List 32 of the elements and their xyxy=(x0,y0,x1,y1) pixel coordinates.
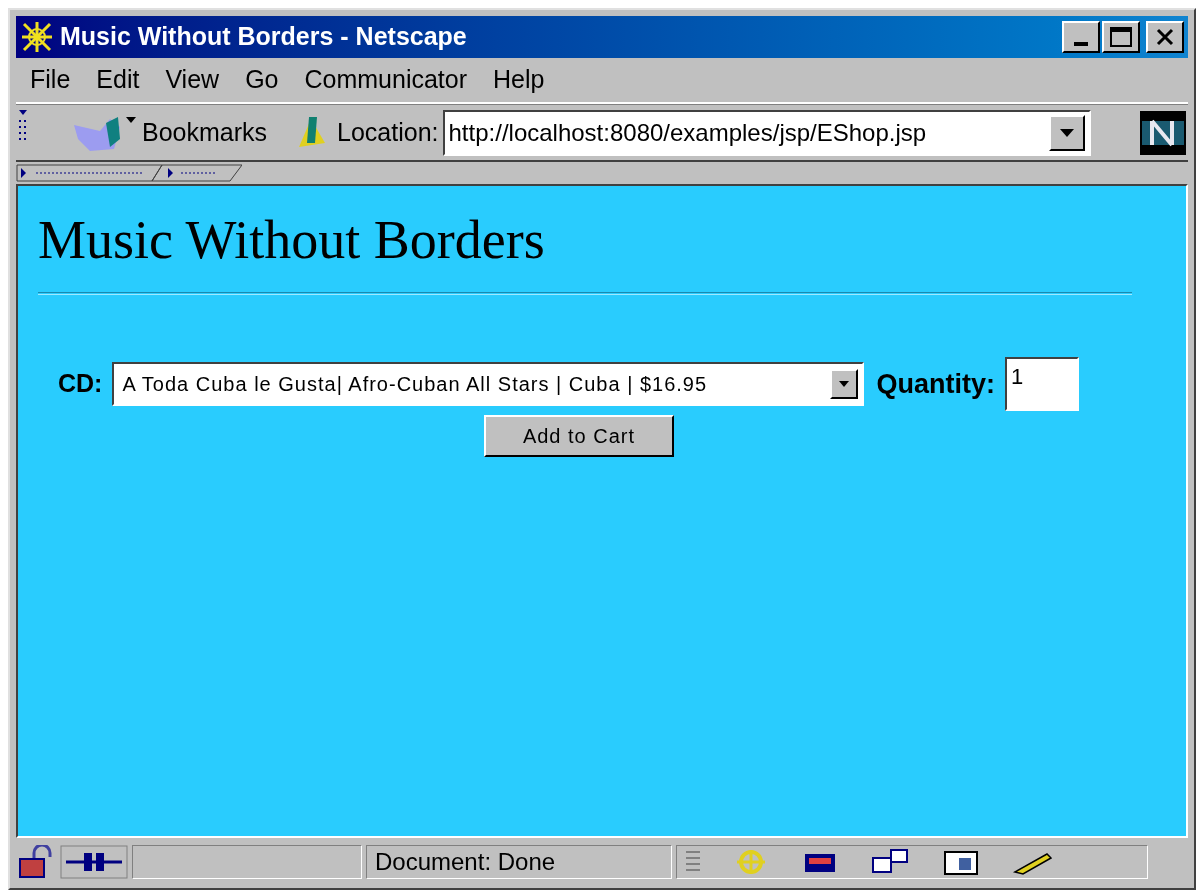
menu-item[interactable]: File xyxy=(30,61,71,99)
chat-icon[interactable] xyxy=(871,848,911,876)
menu-item[interactable]: Communicator xyxy=(304,61,468,99)
address-card-icon[interactable] xyxy=(941,848,981,876)
location-field[interactable]: http://localhost:8080/examples/jsp/EShop.jsp xyxy=(442,109,1091,156)
window-title: Music Without Borders - Netscape xyxy=(60,21,467,53)
plug-icon[interactable] xyxy=(60,845,128,879)
dropdown-button[interactable] xyxy=(1048,114,1085,151)
cd-label: CD: xyxy=(58,368,103,400)
menu-item[interactable]: Edit xyxy=(96,61,140,99)
menu-item[interactable]: Help xyxy=(493,61,545,99)
caret-icon xyxy=(1059,128,1074,137)
page-heading: Music Without Borders xyxy=(38,209,546,272)
netscape-logo-icon[interactable] xyxy=(1140,110,1186,155)
menu-item[interactable]: View xyxy=(165,61,220,99)
cd-select[interactable]: A Toda Cuba le Gusta| Afro-Cuban All Stars | Cuba | $16.95 xyxy=(112,362,865,406)
maximize-icon xyxy=(1110,27,1132,47)
menu-item[interactable]: Go xyxy=(245,61,279,99)
status-text: Document: Done xyxy=(375,847,556,877)
maximize-button[interactable] xyxy=(1102,21,1140,53)
minimize-icon xyxy=(1074,42,1088,46)
caret-icon xyxy=(839,381,850,387)
minimize-button[interactable] xyxy=(1062,21,1100,53)
bookmarks-button[interactable]: Bookmarks xyxy=(70,112,268,153)
add-to-cart-button[interactable]: Add to Cart xyxy=(484,415,674,457)
dropdown-button[interactable] xyxy=(830,369,859,399)
quantity-label: Quantity: xyxy=(876,367,995,401)
quantity-field[interactable]: 1 xyxy=(1004,357,1079,411)
close-icon xyxy=(1156,28,1174,46)
close-button[interactable] xyxy=(1146,21,1184,53)
collapse-tab-icon[interactable] xyxy=(16,164,242,182)
location-label: Location: xyxy=(337,116,439,148)
